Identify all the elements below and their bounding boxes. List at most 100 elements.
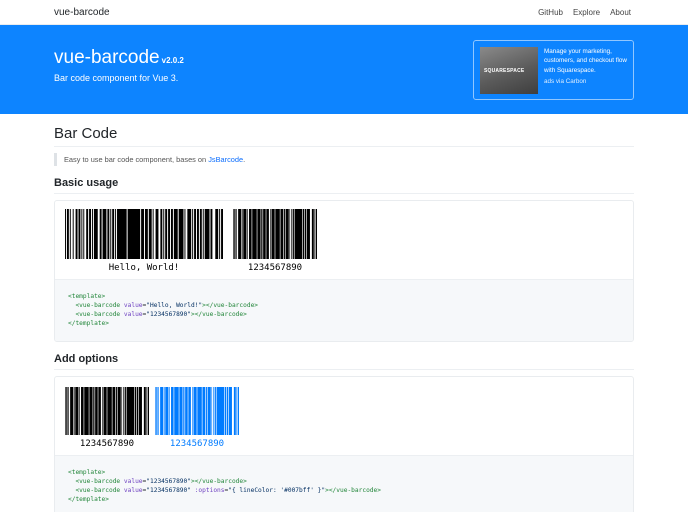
barcode-bar: [194, 209, 197, 259]
barcode-bar: [102, 209, 107, 259]
code-token: value: [123, 487, 143, 494]
intro-suffix: .: [243, 155, 246, 164]
barcode-default: 1234567890: [65, 387, 149, 449]
barcode-bar: [304, 209, 307, 259]
barcode-bar: [192, 387, 193, 435]
barcode-bar: [93, 209, 98, 259]
barcode-bar: [144, 209, 148, 259]
barcode-bar: [224, 387, 227, 435]
code-token: <vue-barcode: [75, 487, 124, 494]
barcode-bar: [163, 209, 165, 259]
barcode-bar: [219, 209, 221, 259]
barcode-bar: [207, 387, 211, 435]
barcode-bar: [93, 387, 95, 435]
code-token: ></vue-barcode>: [190, 478, 247, 485]
barcode-bar: [199, 209, 202, 259]
barcode-bar: [65, 209, 66, 259]
code-line: </template>: [68, 495, 633, 504]
barcode-bar: [188, 387, 191, 435]
barcode-bar: [138, 387, 142, 435]
barcode-bar: [211, 387, 213, 435]
barcode-bar: [79, 387, 80, 435]
basic-demo: Hello, World! 1234567890: [55, 201, 633, 279]
barcode-bar: [136, 387, 139, 435]
barcode-bar: [170, 209, 173, 259]
barcode-bar: [115, 209, 117, 259]
barcode-bar: [115, 387, 117, 435]
barcode-bar: [178, 209, 184, 259]
barcode-bar: [294, 209, 303, 259]
code-token: "1234567890": [146, 478, 191, 485]
barcode-bar: [216, 387, 225, 435]
nav-link-explore[interactable]: Explore: [573, 8, 600, 17]
barcode-bar: [302, 209, 305, 259]
barcode-bar: [124, 387, 126, 435]
barcode-bar: [280, 209, 284, 259]
barcode-bar: [202, 209, 204, 259]
barcode-bar: [121, 387, 123, 435]
barcode-bar: [117, 209, 127, 259]
navbar: vue-barcode GitHub Explore About: [0, 0, 688, 25]
barcode-bar: [134, 387, 137, 435]
barcode-bar: [215, 209, 219, 259]
barcode-bar: [241, 209, 243, 259]
barcode-bar: [81, 387, 84, 435]
barcode-bar: [271, 209, 275, 259]
barcode-bar: [236, 387, 238, 435]
squarespace-logo: SQUARESPACE: [484, 68, 525, 74]
barcode-bar: [196, 209, 199, 259]
barcode-bar: [89, 387, 93, 435]
code-line: <template>: [68, 468, 633, 477]
carbon-ad[interactable]: SQUARESPACE Manage your marketing, custo…: [473, 40, 634, 100]
code-token: "{ lineColor: '#007bff' }": [228, 487, 326, 494]
barcode-bar: [69, 209, 71, 259]
code-token: value: [123, 302, 143, 309]
barcode-bar: [148, 209, 152, 259]
barcode-bar: [285, 209, 289, 259]
barcode-bar: [99, 209, 102, 259]
hero-banner: vue-barcode v2.0.2 Bar code component for…: [0, 25, 688, 114]
ad-image[interactable]: SQUARESPACE: [480, 47, 538, 94]
barcode-bar: [249, 209, 252, 259]
barcode-bar: [107, 387, 112, 435]
barcode-bar: [160, 209, 163, 259]
code-token: value: [123, 478, 143, 485]
barcode-bar: [98, 387, 101, 435]
barcode-bar: [291, 209, 292, 259]
code-token: <vue-barcode: [75, 478, 124, 485]
barcode-bar: [234, 209, 236, 259]
barcode-bar: [75, 209, 78, 259]
barcode-bar: [306, 209, 310, 259]
barcode-numeric: 1234567890: [233, 209, 317, 273]
barcode-bar: [163, 387, 165, 435]
code-line: <vue-barcode value="1234567890"></vue-ba…: [68, 310, 633, 319]
barcode-value-text: Hello, World!: [109, 263, 179, 273]
nav-link-about[interactable]: About: [610, 8, 631, 17]
ad-text[interactable]: Manage your marketing, customers, and ch…: [544, 47, 632, 75]
jsbarcode-link[interactable]: JsBarcode: [208, 155, 243, 164]
version-badge: v2.0.2: [161, 56, 184, 65]
brand-link[interactable]: vue-barcode: [54, 7, 110, 18]
barcode-bar: [213, 387, 214, 435]
barcode-bar: [143, 387, 146, 435]
code-line: <vue-barcode value="1234567890" :options…: [68, 486, 633, 495]
barcode-bar: [233, 209, 234, 259]
code-token: :options: [194, 487, 225, 494]
barcode-bar: [158, 387, 159, 435]
barcode-bar: [112, 209, 115, 259]
basic-code-block: <template> <vue-barcode value="Hello, Wo…: [55, 279, 633, 341]
page-title: Bar Code: [54, 125, 118, 142]
barcode-bar: [112, 387, 116, 435]
code-token: "1234567890": [146, 311, 191, 318]
code-token: "Hello, World!": [146, 302, 203, 309]
code-line: <template>: [68, 292, 633, 301]
barcode-bar: [89, 209, 92, 259]
nav-link-github[interactable]: GitHub: [538, 8, 563, 17]
barcode-bar: [127, 209, 141, 259]
ad-via-link[interactable]: ads via Carbon: [544, 78, 586, 85]
section-heading-basic: Basic usage: [54, 177, 119, 189]
barcode-bar: [233, 387, 236, 435]
barcode-bar: [72, 209, 74, 259]
barcode-bar: [146, 387, 148, 435]
barcode-bar: [236, 209, 237, 259]
